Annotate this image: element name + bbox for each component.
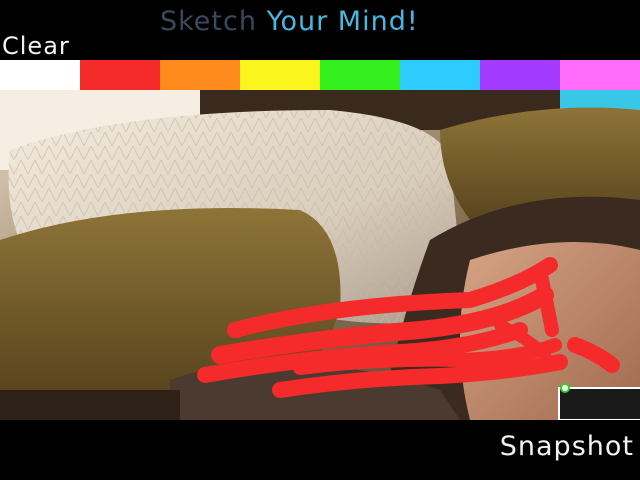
app-title-part2: Your Mind! (266, 6, 419, 37)
camera-canvas[interactable] (0, 90, 640, 420)
swatch-green[interactable] (320, 60, 400, 90)
snapshot-preview (558, 387, 640, 421)
swatch-orange[interactable] (160, 60, 240, 90)
app-title-part1: Sketch (160, 6, 257, 37)
clear-swatch[interactable] (0, 60, 80, 90)
color-palette (80, 60, 640, 90)
snapshot-button[interactable]: Snapshot (500, 431, 634, 462)
brush-cursor-icon (560, 383, 570, 393)
swatch-red[interactable] (80, 60, 160, 90)
swatch-yellow[interactable] (240, 60, 320, 90)
clear-button[interactable]: Clear (2, 32, 80, 60)
camera-feed-image (0, 90, 640, 420)
app-title: Sketch Your Mind! (160, 6, 419, 37)
swatch-cyan[interactable] (400, 60, 480, 90)
swatch-pink[interactable] (560, 60, 640, 90)
swatch-purple[interactable] (480, 60, 560, 90)
